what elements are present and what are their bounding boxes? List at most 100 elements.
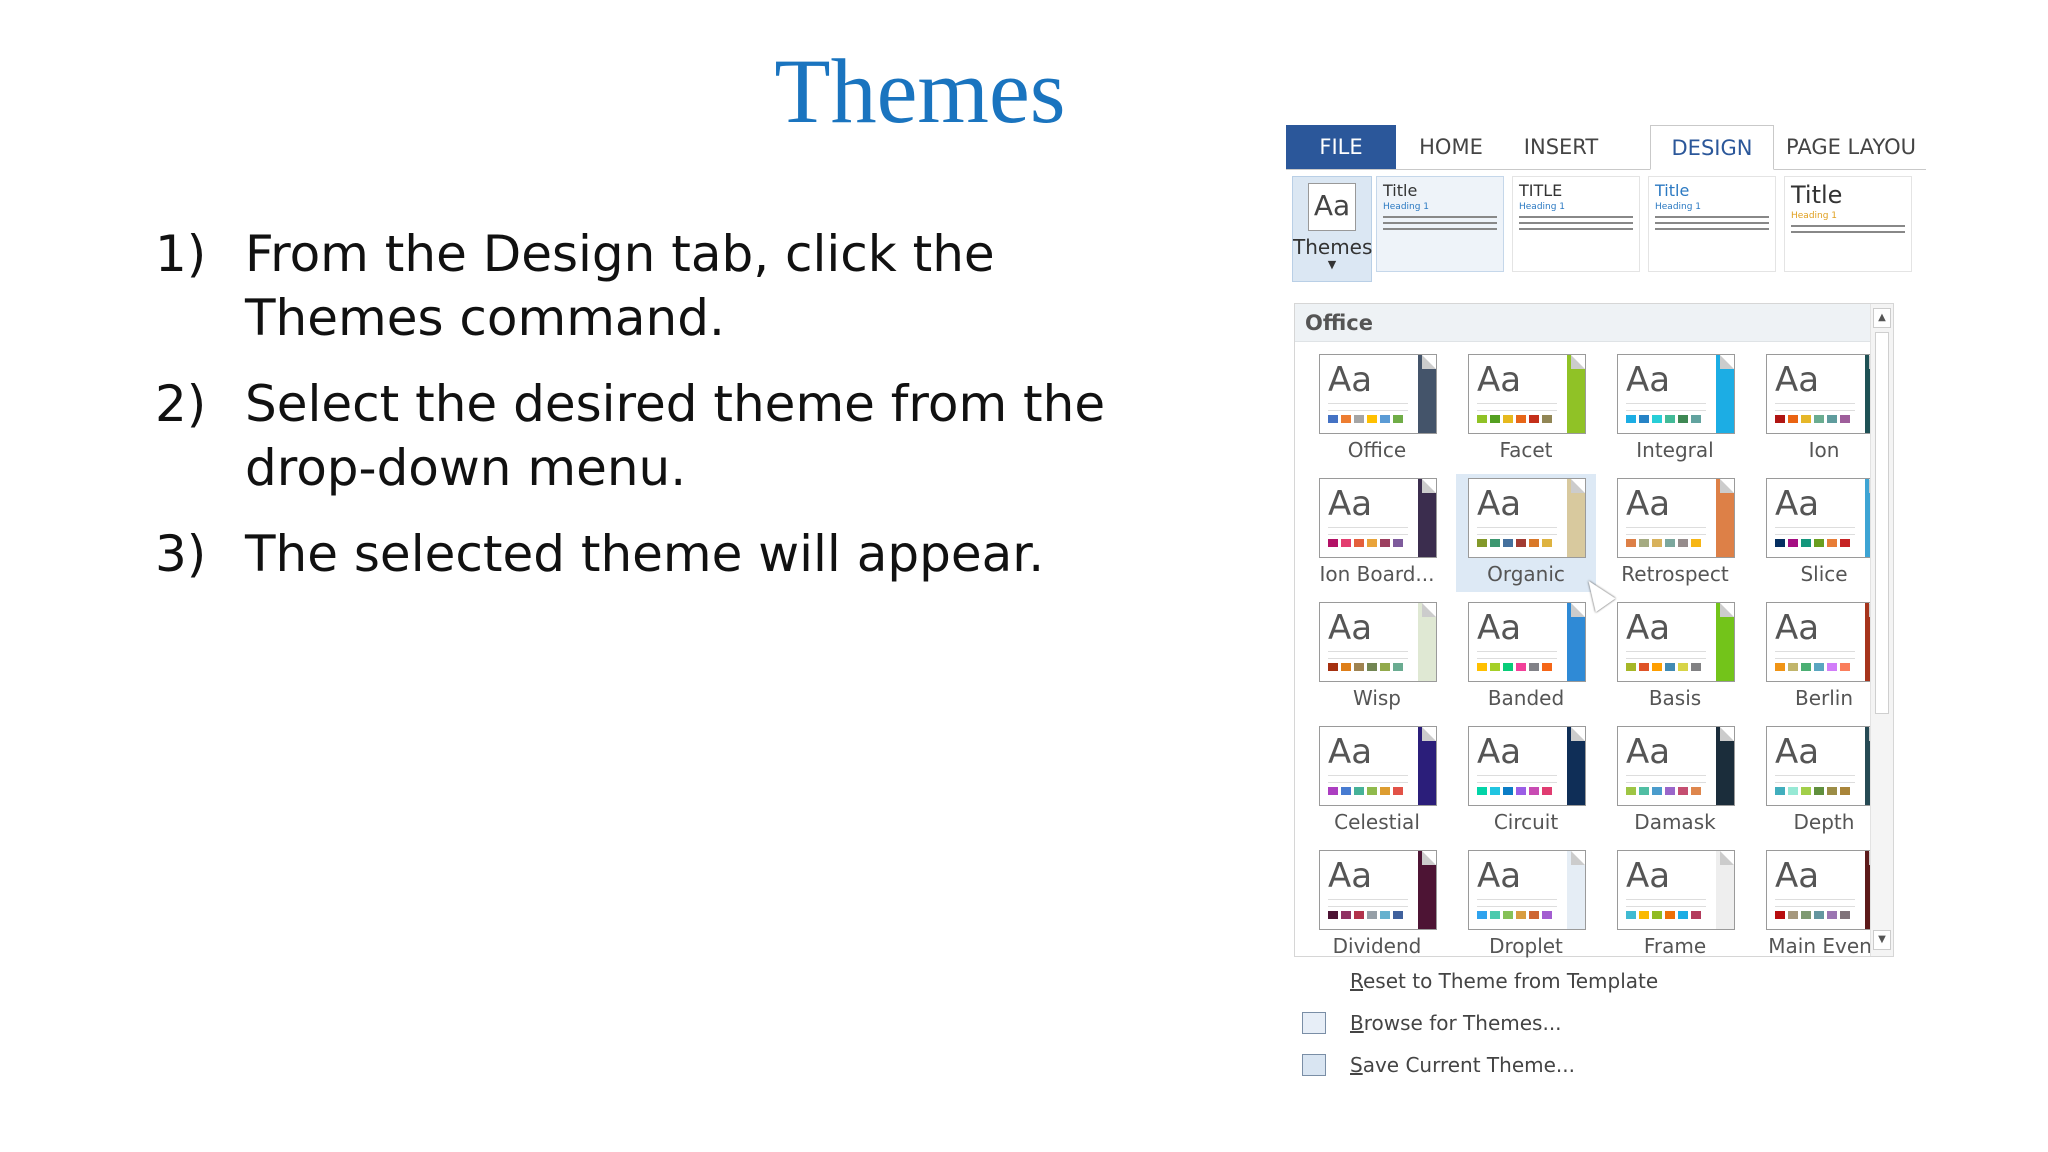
color-swatch — [1367, 787, 1377, 795]
color-swatch — [1516, 911, 1526, 919]
text-line — [1519, 216, 1633, 218]
theme-color-swatches — [1626, 539, 1701, 547]
color-swatch — [1542, 911, 1552, 919]
color-swatch — [1639, 415, 1649, 423]
theme-option[interactable]: Aa Integral — [1605, 350, 1745, 468]
theme-font-sample: Aa — [1477, 856, 1522, 896]
text-line — [1383, 222, 1497, 224]
color-swatch — [1542, 415, 1552, 423]
color-swatch — [1503, 663, 1513, 671]
themes-button[interactable]: Aa Themes ▼ — [1292, 176, 1372, 282]
color-swatch — [1393, 663, 1403, 671]
color-swatch — [1626, 663, 1636, 671]
color-swatch — [1827, 787, 1837, 795]
theme-option[interactable]: Aa Office — [1307, 350, 1447, 468]
save-icon — [1302, 1054, 1326, 1076]
theme-option[interactable]: Aa Frame — [1605, 846, 1745, 964]
color-swatch — [1354, 787, 1364, 795]
theme-text-lines — [1328, 899, 1408, 907]
theme-preview-card: Aa — [1766, 354, 1884, 434]
theme-option[interactable]: Aa Facet — [1456, 350, 1596, 468]
style-set-preview[interactable]: Title Heading 1 — [1376, 176, 1504, 272]
theme-font-sample: Aa — [1477, 608, 1522, 648]
style-set-preview[interactable]: Title Heading 1 — [1784, 176, 1912, 272]
style-title: Title — [1791, 181, 1843, 209]
theme-text-lines — [1477, 651, 1557, 659]
steps-list: 1) From the Design tab, click the Themes … — [155, 222, 1115, 608]
color-swatch — [1691, 539, 1701, 547]
color-swatch — [1678, 911, 1688, 919]
theme-font-sample: Aa — [1477, 360, 1522, 400]
theme-name: Basis — [1648, 686, 1702, 710]
theme-preview-card: Aa — [1319, 478, 1437, 558]
tab-page-layout[interactable]: PAGE LAYOU — [1786, 125, 1926, 169]
color-swatch — [1691, 787, 1701, 795]
theme-option[interactable]: Aa Circuit — [1456, 722, 1596, 840]
scrollbar-thumb[interactable] — [1875, 332, 1889, 714]
tab-insert[interactable]: INSERT — [1506, 125, 1616, 169]
tab-file[interactable]: FILE — [1286, 125, 1396, 169]
color-swatch — [1652, 663, 1662, 671]
theme-option[interactable]: Aa Banded — [1456, 598, 1596, 716]
color-swatch — [1626, 911, 1636, 919]
page-fold-icon — [1720, 851, 1734, 865]
ribbon-tab-bar: FILE HOME INSERT DESIGN PAGE LAYOU — [1286, 125, 1926, 170]
text-line — [1519, 222, 1633, 224]
color-swatch — [1380, 415, 1390, 423]
color-swatch — [1393, 911, 1403, 919]
tab-design[interactable]: DESIGN — [1650, 125, 1774, 170]
style-set-preview[interactable]: Title Heading 1 — [1648, 176, 1776, 272]
theme-text-lines — [1328, 651, 1408, 659]
theme-option[interactable]: Aa Ion Board... — [1307, 474, 1447, 592]
color-swatch — [1626, 415, 1636, 423]
scroll-up-icon[interactable]: ▲ — [1873, 308, 1891, 328]
theme-option[interactable]: Aa Celestial — [1307, 722, 1447, 840]
menu-item-label: Reset to Theme from Template — [1350, 969, 1659, 993]
theme-option[interactable]: Aa Dividend — [1307, 846, 1447, 964]
theme-name: Ion Board... — [1319, 562, 1435, 586]
gallery-scrollbar[interactable]: ▲ ▼ — [1870, 304, 1893, 956]
color-swatch — [1840, 539, 1850, 547]
theme-option[interactable]: Aa Damask — [1605, 722, 1745, 840]
theme-option[interactable]: Aa Retrospect — [1605, 474, 1745, 592]
color-swatch — [1626, 787, 1636, 795]
style-heading: Heading 1 — [1655, 202, 1702, 212]
color-swatch — [1665, 663, 1675, 671]
browse-themes-menu-item[interactable]: Browse for Themes... — [1286, 1004, 1886, 1042]
color-swatch — [1678, 787, 1688, 795]
theme-font-sample: Aa — [1328, 484, 1373, 524]
style-heading: Heading 1 — [1383, 202, 1430, 212]
theme-preview-card: Aa — [1468, 354, 1586, 434]
color-swatch — [1477, 539, 1487, 547]
color-swatch — [1788, 415, 1798, 423]
save-theme-menu-item[interactable]: Save Current Theme... — [1286, 1046, 1886, 1084]
theme-text-lines — [1328, 775, 1408, 783]
reset-theme-menu-item[interactable]: Reset to Theme from Template — [1286, 962, 1886, 1000]
color-swatch — [1775, 911, 1785, 919]
theme-color-swatches — [1477, 539, 1552, 547]
theme-option[interactable]: Aa Organic — [1456, 474, 1596, 592]
scroll-down-icon[interactable]: ▼ — [1873, 930, 1891, 950]
theme-option[interactable]: Aa Wisp — [1307, 598, 1447, 716]
word-screenshot: FILE HOME INSERT DESIGN PAGE LAYOU Aa Th… — [1286, 125, 1926, 1095]
theme-name: Dividend — [1332, 934, 1422, 958]
color-swatch — [1775, 539, 1785, 547]
page-fold-icon — [1571, 603, 1585, 617]
style-set-preview[interactable]: TITLE Heading 1 — [1512, 176, 1640, 272]
color-swatch — [1393, 787, 1403, 795]
color-swatch — [1490, 415, 1500, 423]
menu-item-label: Save Current Theme... — [1350, 1053, 1575, 1077]
color-swatch — [1788, 787, 1798, 795]
theme-option[interactable]: Aa Droplet — [1456, 846, 1596, 964]
theme-option[interactable]: Aa Basis — [1605, 598, 1745, 716]
color-swatch — [1341, 663, 1351, 671]
theme-preview-card: Aa — [1766, 478, 1884, 558]
theme-color-swatches — [1775, 539, 1850, 547]
color-swatch — [1380, 787, 1390, 795]
color-swatch — [1678, 539, 1688, 547]
theme-preview-card: Aa — [1468, 726, 1586, 806]
color-swatch — [1665, 911, 1675, 919]
theme-font-sample: Aa — [1626, 484, 1671, 524]
theme-color-swatches — [1328, 539, 1403, 547]
tab-home[interactable]: HOME — [1396, 125, 1506, 169]
